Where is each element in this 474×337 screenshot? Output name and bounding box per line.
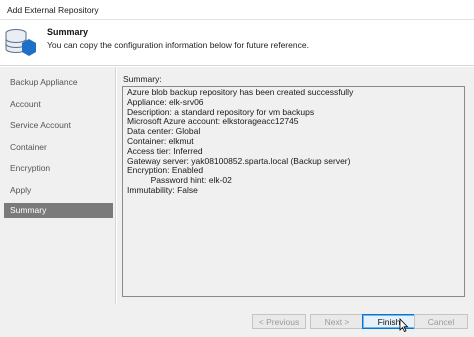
summary-text-box[interactable]: Azure blob backup repository has been cr… [122, 86, 465, 297]
page-subtitle: You can copy the configuration informati… [47, 40, 309, 50]
summary-label: Summary: [123, 74, 162, 84]
page-title: Summary [47, 27, 89, 37]
step-apply[interactable]: Apply [4, 183, 113, 198]
step-summary[interactable]: Summary [4, 203, 113, 218]
previous-button[interactable]: < Previous [252, 314, 306, 329]
summary-line: Immutability: False [127, 184, 198, 195]
mouse-pointer-icon [399, 318, 409, 332]
next-button[interactable]: Next > [310, 314, 364, 329]
cancel-button[interactable]: Cancel [414, 314, 468, 329]
repository-database-icon [5, 29, 36, 56]
wizard-header: Summary You can copy the configuration i… [0, 20, 474, 66]
step-container[interactable]: Container [4, 140, 113, 155]
summary-panel: Summary: Azure blob backup repository ha… [117, 67, 474, 304]
step-encryption[interactable]: Encryption [4, 161, 113, 176]
step-service-account[interactable]: Service Account [4, 118, 113, 133]
step-backup-appliance[interactable]: Backup Appliance [4, 75, 113, 90]
window-title: Add External Repository [7, 5, 99, 15]
step-account[interactable]: Account [4, 97, 113, 112]
wizard-steps: Backup Appliance Account Service Account… [0, 67, 116, 304]
title-bar: Add External Repository [0, 0, 474, 20]
